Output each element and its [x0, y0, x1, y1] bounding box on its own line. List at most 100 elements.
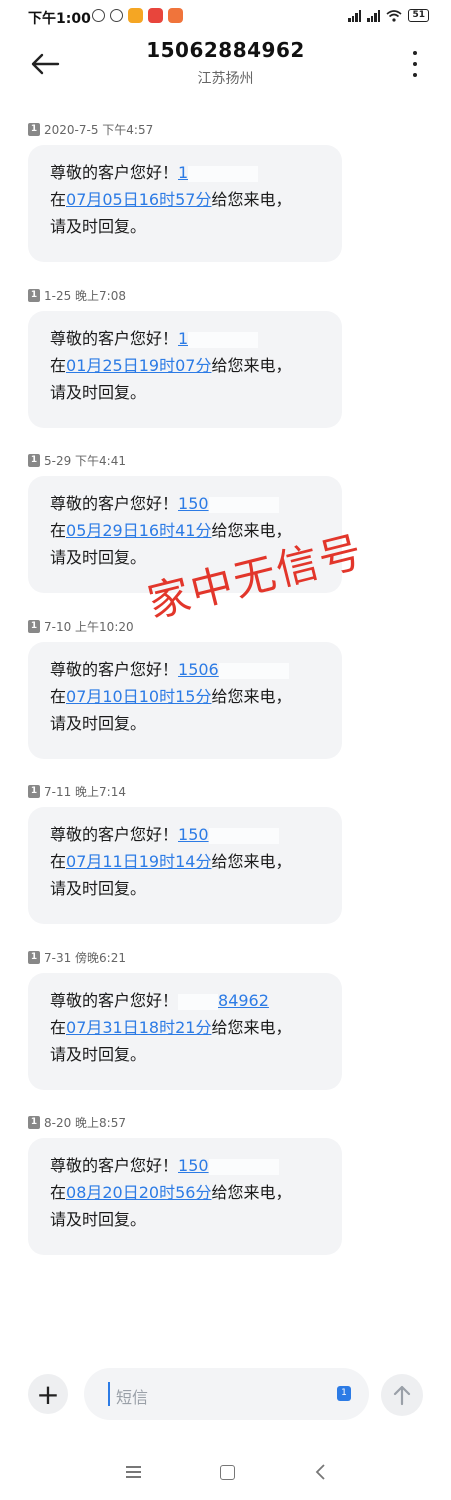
- home-icon[interactable]: [220, 1465, 235, 1480]
- message-greeting: 尊敬的客户您好！: [50, 163, 179, 182]
- alarm-icon: [110, 9, 123, 22]
- message-prefix: 在: [50, 1183, 67, 1202]
- message-timestamp: 7-31 傍晚6:21: [44, 950, 126, 965]
- message-line-3: 请及时回复。: [50, 1210, 147, 1229]
- message-line-2: 在07月05日16时57分给您来电，: [50, 186, 320, 213]
- message-line-1: 尊敬的客户您好！1: [50, 159, 320, 186]
- message-line-3: 请及时回复。: [50, 217, 147, 236]
- message-prefix: 在: [50, 1018, 67, 1037]
- arrow-up-icon: [393, 1385, 411, 1406]
- message-timestamp: 5-29 下午4:41: [44, 453, 126, 468]
- redacted-area: [188, 331, 259, 348]
- message-prefix: 在: [50, 356, 67, 375]
- message-greeting: 尊敬的客户您好！: [50, 825, 179, 844]
- message-greeting: 尊敬的客户您好！: [50, 660, 179, 679]
- signal-1-icon: [348, 9, 362, 22]
- message-line-1: 尊敬的客户您好！150: [50, 490, 320, 517]
- sim-card-icon: 1: [28, 122, 40, 136]
- sim-select-icon[interactable]: 1: [337, 1386, 351, 1401]
- phone-link[interactable]: 1: [178, 329, 188, 348]
- datetime-link[interactable]: 07月31日18时21分: [66, 1018, 211, 1037]
- message-line-1: 尊敬的客户您好！150: [50, 821, 320, 848]
- wifi-icon: [386, 9, 402, 22]
- notes-app-icon: [128, 8, 143, 23]
- add-attachment-button[interactable]: +: [28, 1374, 68, 1414]
- redacted-area: [208, 496, 279, 513]
- shopping-app-icon: [168, 8, 183, 23]
- phone-link[interactable]: 150: [178, 494, 209, 513]
- message-line-3: 请及时回复。: [50, 1045, 147, 1064]
- message-line-3: 请及时回复。: [50, 879, 147, 898]
- message-prefix: 在: [50, 852, 67, 871]
- message-input[interactable]: 短信 1: [84, 1368, 369, 1420]
- message-timestamp: 7-10 上午10:20: [44, 619, 134, 634]
- phone-link[interactable]: 150: [178, 1156, 209, 1175]
- message-suffix: 给您来电，: [211, 356, 292, 375]
- signal-2-icon: [367, 9, 381, 22]
- message-suffix: 给您来电，: [211, 1018, 292, 1037]
- system-nav-bar: [0, 1450, 451, 1494]
- phone-link-tail[interactable]: 84962: [218, 991, 269, 1010]
- message-meta: 1 5-29 下午4:41: [28, 452, 348, 468]
- message-prefix: 在: [50, 190, 67, 209]
- message-greeting: 尊敬的客户您好！: [50, 991, 179, 1010]
- compose-bar: + 短信 1: [0, 1366, 451, 1426]
- battery-icon: 51: [408, 9, 429, 22]
- redacted-area: [218, 662, 289, 679]
- message-prefix: 在: [50, 687, 67, 706]
- phone-link[interactable]: 150: [178, 825, 209, 844]
- message-meta: 1 7-11 晚上7:14: [28, 783, 348, 799]
- contact-location: 江苏扬州: [197, 71, 254, 87]
- message-bubble[interactable]: 尊敬的客户您好！1506 在07月10日10时15分给您来电， 请及时回复。: [28, 642, 342, 759]
- redacted-area: [178, 993, 219, 1010]
- message-meta: 1 7-31 傍晚6:21: [28, 949, 348, 965]
- message-suffix: 给您来电，: [211, 1183, 292, 1202]
- redacted-area: [208, 827, 279, 844]
- datetime-link[interactable]: 01月25日19时07分: [66, 356, 211, 375]
- message-meta: 1 1-25 晚上7:08: [28, 287, 348, 303]
- message-meta: 1 2020-7-5 下午4:57: [28, 121, 348, 137]
- datetime-link[interactable]: 07月05日16时57分: [66, 190, 211, 209]
- recent-apps-icon[interactable]: [126, 1466, 141, 1478]
- more-options-icon[interactable]: [411, 51, 419, 77]
- redacted-area: [188, 165, 259, 182]
- message-line-2: 在07月10日10时15分给您来电，: [50, 683, 320, 710]
- status-time: 下午1:00: [28, 11, 91, 27]
- redacted-area: [208, 1158, 279, 1175]
- message-bubble[interactable]: 尊敬的客户您好！1 在01月25日19时07分给您来电， 请及时回复。: [28, 311, 342, 428]
- message-group: 1 7-31 傍晚6:21 尊敬的客户您好！ 84962 在07月31日18时21分给您…: [28, 949, 348, 1090]
- message-line-1: 尊敬的客户您好！150: [50, 1152, 320, 1179]
- message-greeting: 尊敬的客户您好！: [50, 1156, 179, 1175]
- text-cursor: [108, 1382, 110, 1406]
- message-timestamp: 7-11 晚上7:14: [44, 784, 126, 799]
- sim-card-icon: 1: [28, 288, 40, 302]
- message-group: 1 7-10 上午10:20 尊敬的客户您好！1506 在07月10日10时15分给您…: [28, 618, 348, 759]
- message-bubble[interactable]: 尊敬的客户您好！150 在08月20日20时56分给您来电， 请及时回复。: [28, 1138, 342, 1255]
- conversation-header: 15062884962 江苏扬州: [0, 34, 451, 98]
- phone-link[interactable]: 1506: [178, 660, 219, 679]
- message-timestamp: 2020-7-5 下午4:57: [44, 122, 154, 137]
- message-greeting: 尊敬的客户您好！: [50, 494, 179, 513]
- sim-card-icon: 1: [28, 453, 40, 467]
- datetime-link[interactable]: 07月11日19时14分: [66, 852, 211, 871]
- message-suffix: 给您来电，: [211, 687, 292, 706]
- datetime-link[interactable]: 05月29日16时41分: [66, 521, 211, 540]
- nav-back-icon[interactable]: [314, 1462, 328, 1482]
- message-suffix: 给您来电，: [211, 190, 292, 209]
- message-group: 1 2020-7-5 下午4:57 尊敬的客户您好！1 在07月05日16时57分给您…: [28, 121, 348, 262]
- sim-card-icon: 1: [28, 950, 40, 964]
- datetime-link[interactable]: 08月20日20时56分: [66, 1183, 211, 1202]
- message-group: 1 7-11 晚上7:14 尊敬的客户您好！150 在07月11日19时14分给您来电…: [28, 783, 348, 924]
- message-bubble[interactable]: 尊敬的客户您好！1 在07月05日16时57分给您来电， 请及时回复。: [28, 145, 342, 262]
- message-bubble[interactable]: 尊敬的客户您好！ 84962 在07月31日18时21分给您来电， 请及时回复。: [28, 973, 342, 1090]
- message-bubble[interactable]: 尊敬的客户您好！150 在07月11日19时14分给您来电， 请及时回复。: [28, 807, 342, 924]
- status-bar: 下午1:00 51: [0, 0, 451, 34]
- message-timestamp: 1-25 晚上7:08: [44, 288, 126, 303]
- contact-number: 15062884962: [146, 38, 305, 62]
- phone-link[interactable]: 1: [178, 163, 188, 182]
- message-timestamp: 8-20 晚上8:57: [44, 1115, 126, 1130]
- message-line-2: 在07月11日19时14分给您来电，: [50, 848, 320, 875]
- datetime-link[interactable]: 07月10日10时15分: [66, 687, 211, 706]
- message-line-2: 在07月31日18时21分给您来电，: [50, 1014, 320, 1041]
- send-button[interactable]: [381, 1374, 423, 1416]
